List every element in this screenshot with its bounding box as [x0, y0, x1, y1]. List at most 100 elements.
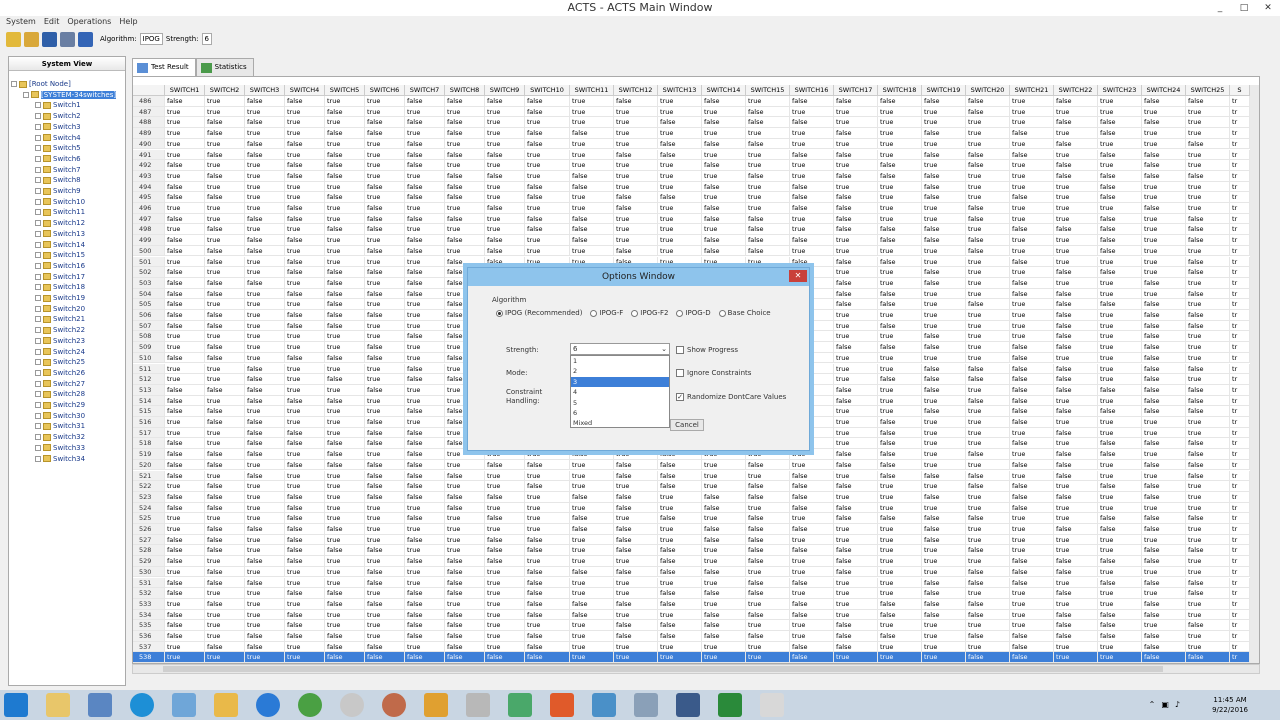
table-cell[interactable]: false: [285, 138, 325, 150]
table-cell[interactable]: false: [614, 524, 658, 535]
table-cell[interactable]: false: [1142, 117, 1186, 129]
table-cell[interactable]: true: [485, 609, 525, 621]
table-cell[interactable]: false: [1142, 438, 1186, 450]
table-cell[interactable]: false: [245, 138, 285, 150]
table-cell[interactable]: tr: [1230, 545, 1250, 557]
option-mixed[interactable]: Mixed: [571, 418, 669, 428]
table-cell[interactable]: false: [1010, 149, 1054, 161]
table-cell[interactable]: false: [834, 288, 878, 300]
folder-icon[interactable]: [214, 693, 238, 717]
table-cell[interactable]: false: [445, 577, 485, 589]
table-cell[interactable]: false: [165, 491, 205, 503]
table-cell[interactable]: false: [445, 588, 485, 599]
tree-switch-node[interactable]: Switch19: [35, 293, 85, 304]
table-cell[interactable]: false: [878, 470, 922, 482]
table-cell[interactable]: true: [485, 620, 525, 631]
table-cell[interactable]: true: [922, 459, 966, 471]
table-cell[interactable]: true: [205, 235, 245, 246]
table-cell[interactable]: false: [702, 534, 746, 546]
table-cell[interactable]: true: [966, 310, 1010, 321]
expand-icon[interactable]: [35, 188, 41, 194]
table-cell[interactable]: true: [205, 299, 245, 310]
table-cell[interactable]: true: [614, 160, 658, 171]
table-cell[interactable]: false: [790, 641, 834, 653]
table-cell[interactable]: false: [205, 641, 245, 653]
tree-switch-node[interactable]: Switch7: [35, 165, 81, 176]
table-cell[interactable]: false: [966, 160, 1010, 171]
row-number[interactable]: 517: [133, 427, 165, 439]
table-cell[interactable]: tr: [1230, 566, 1250, 578]
table-cell[interactable]: false: [325, 160, 365, 171]
table-cell[interactable]: true: [570, 117, 614, 129]
table-cell[interactable]: true: [325, 417, 365, 428]
table-cell[interactable]: false: [325, 438, 365, 450]
table-cell[interactable]: false: [285, 320, 325, 332]
table-cell[interactable]: false: [165, 96, 205, 107]
table-cell[interactable]: true: [245, 491, 285, 503]
table-cell[interactable]: false: [1142, 96, 1186, 107]
table-cell[interactable]: true: [614, 181, 658, 193]
table-cell[interactable]: false: [365, 545, 405, 557]
table-cell[interactable]: true: [922, 213, 966, 225]
table-cell[interactable]: false: [445, 491, 485, 503]
table-cell[interactable]: false: [285, 310, 325, 321]
table-cell[interactable]: false: [746, 491, 790, 503]
table-cell[interactable]: true: [365, 534, 405, 546]
table-cell[interactable]: false: [285, 588, 325, 599]
table-cell[interactable]: true: [746, 502, 790, 514]
table-cell[interactable]: false: [165, 352, 205, 364]
table-cell[interactable]: false: [205, 149, 245, 161]
table-cell[interactable]: true: [165, 566, 205, 578]
chrome-icon[interactable]: [298, 693, 322, 717]
table-cell[interactable]: true: [1142, 502, 1186, 514]
expand-icon[interactable]: [35, 230, 41, 237]
table-cell[interactable]: false: [405, 160, 445, 171]
table-cell[interactable]: false: [1010, 224, 1054, 236]
row-number[interactable]: 531: [133, 577, 165, 589]
table-cell[interactable]: false: [1098, 631, 1142, 642]
table-cell[interactable]: false: [525, 192, 570, 203]
table-cell[interactable]: false: [922, 235, 966, 246]
table-cell[interactable]: true: [922, 203, 966, 214]
help-icon[interactable]: [78, 31, 93, 47]
table-cell[interactable]: false: [1186, 459, 1230, 471]
table-cell[interactable]: true: [365, 96, 405, 107]
table-cell[interactable]: true: [922, 556, 966, 567]
table-cell[interactable]: true: [614, 588, 658, 599]
table-cell[interactable]: true: [966, 331, 1010, 343]
table-cell[interactable]: false: [445, 235, 485, 246]
column-header[interactable]: SWITCH9: [485, 85, 525, 96]
table-cell[interactable]: true: [1054, 502, 1098, 514]
table-cell[interactable]: true: [790, 138, 834, 150]
table-cell[interactable]: true: [205, 395, 245, 407]
table-cell[interactable]: true: [325, 331, 365, 343]
table-cell[interactable]: true: [790, 631, 834, 642]
column-header[interactable]: SWITCH21: [1010, 85, 1054, 96]
internet-explorer-icon[interactable]: [256, 693, 280, 717]
table-cell[interactable]: true: [658, 652, 702, 663]
table-cell[interactable]: false: [365, 598, 405, 610]
table-cell[interactable]: tr: [1230, 96, 1250, 107]
table-cell[interactable]: true: [834, 160, 878, 171]
table-cell[interactable]: true: [325, 96, 365, 107]
table-cell[interactable]: false: [922, 170, 966, 182]
table-cell[interactable]: true: [165, 203, 205, 214]
table-cell[interactable]: false: [966, 213, 1010, 225]
table-row[interactable]: 520 false false true false false false false tru…: [133, 459, 1259, 471]
table-cell[interactable]: false: [245, 524, 285, 535]
table-cell[interactable]: false: [1142, 545, 1186, 557]
table-cell[interactable]: true: [285, 149, 325, 161]
option-6[interactable]: 6: [571, 408, 669, 418]
table-cell[interactable]: true: [1142, 181, 1186, 193]
table-cell[interactable]: true: [922, 438, 966, 450]
table-cell[interactable]: false: [922, 384, 966, 396]
table-cell[interactable]: true: [245, 310, 285, 321]
table-cell[interactable]: true: [658, 256, 702, 268]
table-cell[interactable]: false: [834, 256, 878, 268]
expand-icon[interactable]: [35, 295, 41, 301]
table-cell[interactable]: false: [325, 524, 365, 535]
table-cell[interactable]: true: [445, 598, 485, 610]
table-cell[interactable]: false: [365, 310, 405, 321]
table-cell[interactable]: true: [1054, 203, 1098, 214]
table-cell[interactable]: true: [1142, 192, 1186, 203]
